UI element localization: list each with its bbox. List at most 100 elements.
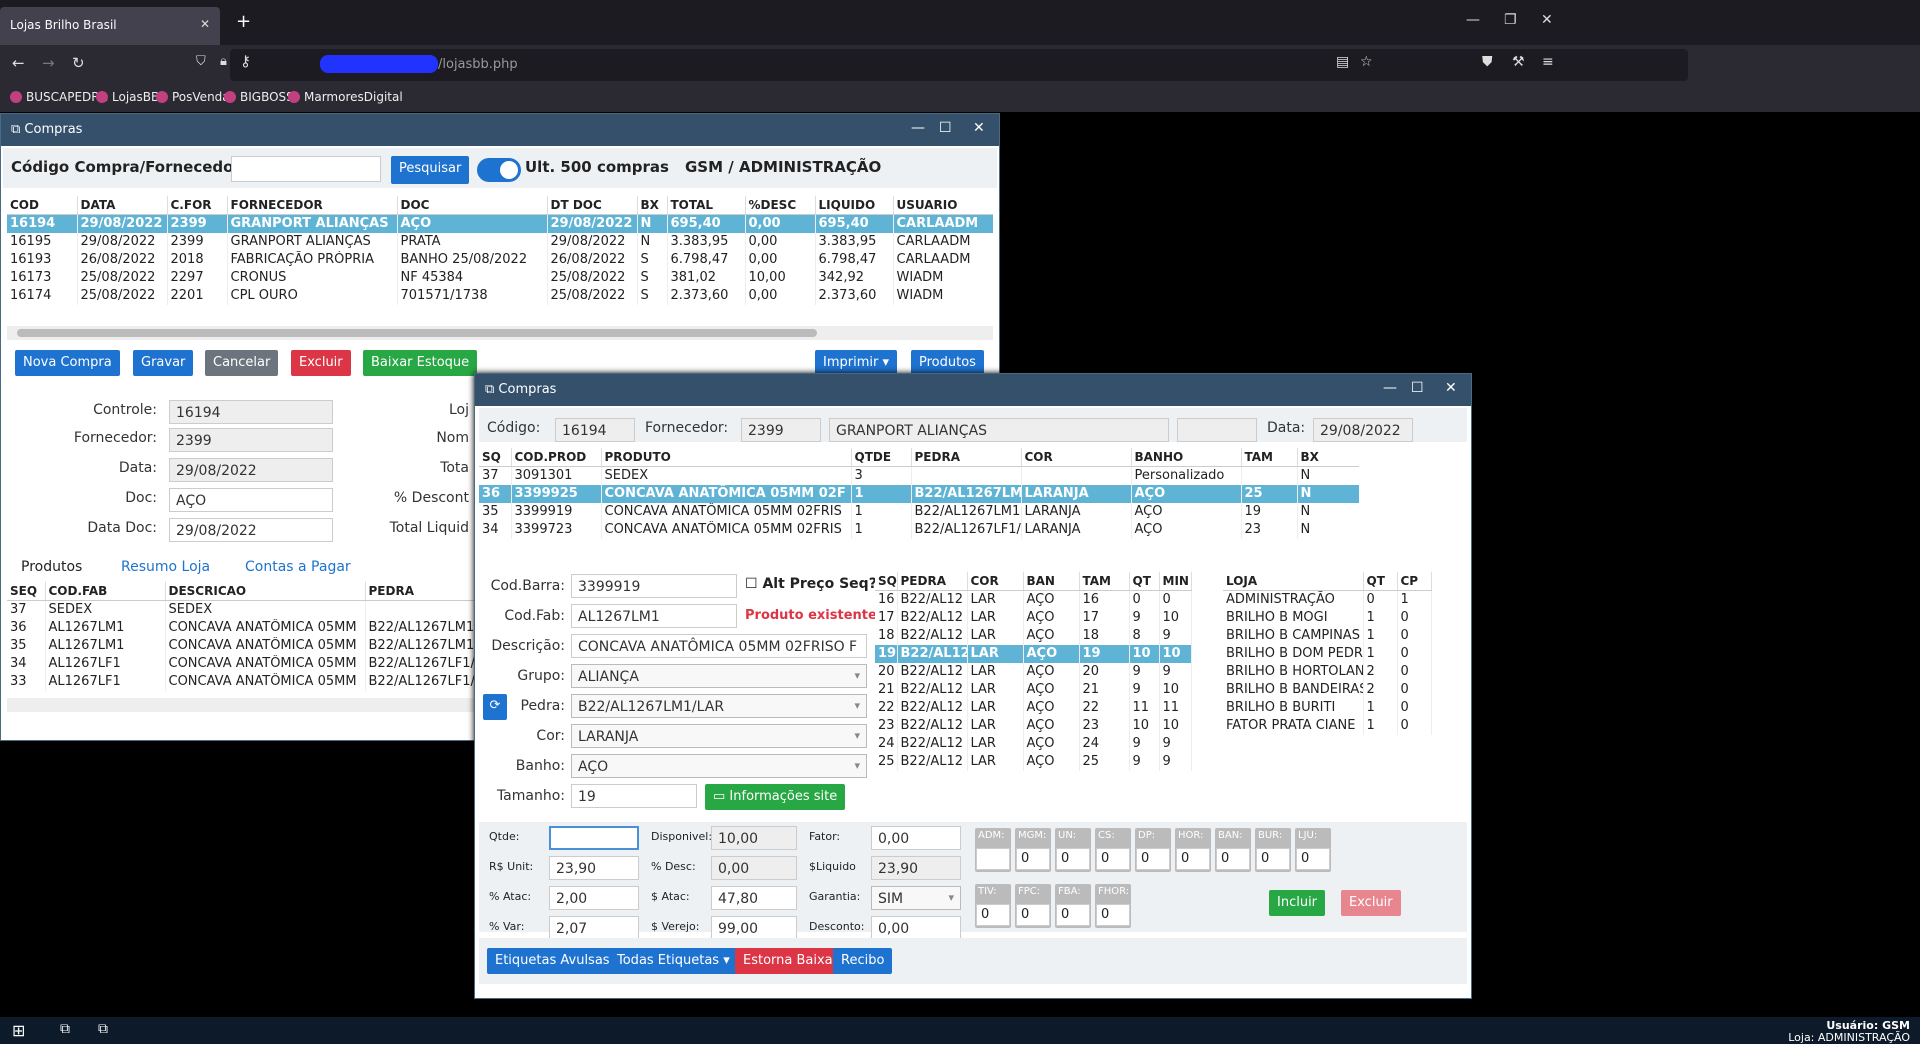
minimize-icon[interactable]: — [911,120,925,136]
estoque-row[interactable]: 22 B22/AL12 LAR AÇO 22 11 11 [875,698,1192,717]
ult500-toggle[interactable] [477,158,521,182]
estoque-row[interactable]: 18 B22/AL12 LAR AÇO 18 8 9 [875,626,1192,645]
satac-field[interactable]: 47,80 [711,886,797,910]
excluir-button[interactable]: Excluir [291,350,351,376]
tab-produtos[interactable]: Produtos [11,553,93,583]
loja-row[interactable]: BRILHO B BANDEIRAS 2 0 [1223,680,1432,699]
estoque-row[interactable]: 20 B22/AL12 LAR AÇO 20 9 9 [875,662,1192,681]
maximize-icon[interactable]: ☐ [939,120,952,136]
desconto-field[interactable]: 0,00 [871,916,961,940]
cancelar-button[interactable]: Cancelar [205,350,279,376]
loja-qty-field[interactable] [976,848,1010,870]
loja-qty-field[interactable]: 0 [1296,848,1330,870]
reader-icon[interactable]: ▤ [1336,54,1349,70]
close-icon[interactable]: ✕ [973,120,985,136]
tamanho-field[interactable]: 19 [571,784,697,808]
loja-qty-field[interactable]: 0 [1216,848,1250,870]
forward-icon[interactable]: → [42,54,55,72]
codigo-field[interactable]: 16194 [555,418,635,442]
estoque-row[interactable]: 17 B22/AL12 LAR AÇO 17 9 10 [875,608,1192,627]
bookmark-item[interactable]: LojasBB [96,90,159,104]
fornecedor-field[interactable]: 2399 [169,428,333,452]
back-icon[interactable]: ← [12,54,25,72]
loja-row[interactable]: ADMINISTRAÇÃO 0 1 [1223,590,1432,609]
col-cod[interactable]: COD [7,196,78,215]
estoque-row[interactable]: 25 B22/AL12 LAR AÇO 25 9 9 [875,752,1192,771]
refresh-pedra-icon[interactable]: ⟳ [483,694,507,720]
data-field[interactable]: 29/08/2022 [169,458,333,482]
descricao-field[interactable]: CONCAVA ANATÔMICA 05MM 02FRISO F [571,634,867,658]
col-loja[interactable]: LOJA [1223,572,1364,591]
col-cor[interactable]: COR [1021,448,1132,467]
lock-icon[interactable]: 🔒︎ [220,54,227,69]
loja-qty-field[interactable]: 0 [1016,904,1050,926]
maximize-icon[interactable]: ☐ [1411,380,1424,396]
alt-preco-checkbox[interactable]: ☐ Alt Preço Seq? [745,576,877,592]
loja-qty-field[interactable]: 0 [1256,848,1290,870]
col-pedra[interactable]: PEDRA [897,572,968,591]
col-total[interactable]: TOTAL [667,196,746,215]
search-button[interactable]: Pesquisar [391,156,470,184]
col-codfab[interactable]: COD.FAB [45,582,166,601]
estoque-row[interactable]: 23 B22/AL12 LAR AÇO 23 10 10 [875,716,1192,735]
loja-qty-field[interactable]: 0 [1136,848,1170,870]
col-fornecedor[interactable]: FORNECEDOR [227,196,398,215]
verejo-field[interactable]: 99,00 [711,916,797,940]
shield-icon[interactable]: ⛉ [196,54,206,69]
col-dtdoc[interactable]: DT DOC [547,196,638,215]
horizontal-scrollbar[interactable] [7,326,993,340]
col-produto[interactable]: PRODUTO [601,448,852,467]
loja-row[interactable]: BRILHO B BURITI 1 0 [1223,698,1432,717]
pedra-select[interactable]: B22/AL1267LM1/LAR [571,694,867,718]
col-bx[interactable]: BX [637,196,668,215]
restore-icon[interactable]: ❐ [1504,12,1517,28]
produto-row[interactable]: 33 AL1267LF1 CONCAVA ANATÔMICA 05MM B22/AL1… [7,672,477,691]
col-pedra[interactable]: PEDRA [365,582,477,601]
col-min[interactable]: MIN [1159,572,1192,591]
produto-row[interactable]: 36 AL1267LM1 CONCAVA ANATÔMICA 05MM B22/AL1… [7,618,477,637]
window-task-icon[interactable]: ⧉ [60,1021,70,1037]
liquido-field[interactable]: 23,90 [871,856,961,880]
reload-icon[interactable]: ↻ [72,54,85,72]
col-bx[interactable]: BX [1297,448,1359,467]
windows-start-icon[interactable]: ⊞ [12,1021,25,1040]
col-cor[interactable]: COR [967,572,1024,591]
col-sq[interactable]: SQ [479,448,512,467]
compras-grid[interactable]: COD DATA C.FOR FORNECEDOR DOC DT DOC BX TOTAL %D… [7,196,993,326]
recibo-button[interactable]: Recibo [833,948,893,974]
col-liquido[interactable]: LIQUIDO [815,196,894,215]
estoque-grid[interactable]: SQ PEDRA COR BAN TAM QT MIN 16 B22/AL12 LAR AÇO 16… [875,572,1205,812]
controle-field[interactable]: 16194 [169,400,333,424]
cor-select[interactable]: LARANJA [571,724,867,748]
atac-field[interactable]: 2,00 [549,886,639,910]
grupo-select[interactable]: ALIANÇA [571,664,867,688]
loja-row[interactable]: FATOR PRATA CIANE 1 0 [1223,716,1432,735]
pocket-icon[interactable]: ⛊ [1482,54,1493,70]
fornecedor-field[interactable]: 2399 [741,418,821,442]
minimize-icon[interactable]: — [1383,380,1397,396]
item-row[interactable]: 34 3399723 CONCAVA ANATÔMICA 05MM 02FRIS 1 B… [479,520,1359,539]
gravar-button[interactable]: Gravar [133,350,194,376]
col-codprod[interactable]: COD.PROD [511,448,602,467]
col-doc[interactable]: DOC [397,196,548,215]
datadoc-field[interactable]: 29/08/2022 [169,518,333,542]
tab-contas-pagar[interactable]: Contas a Pagar [235,553,361,581]
etiquetas-avulsas-button[interactable]: Etiquetas Avulsas [487,948,618,974]
baixar-estoque-button[interactable]: Baixar Estoque [363,350,478,376]
lojas-grid[interactable]: LOJA QT CP ADMINISTRAÇÃO 0 1 BRILHO B MOGI 1 0 B… [1223,572,1445,812]
col-qt[interactable]: QT [1129,572,1160,591]
incluir-button[interactable]: Incluir [1269,890,1326,916]
col-cp[interactable]: CP [1397,572,1432,591]
loja-qty-field[interactable]: 0 [1056,904,1090,926]
tools-icon[interactable]: ⚒ [1512,54,1525,70]
close-icon[interactable]: ✕ [1445,380,1457,396]
col-desc[interactable]: %DESC [745,196,816,215]
compra-row[interactable]: 16193 26/08/2022 2018 FABRICAÇÃO PRÓPRIA BAN… [7,250,993,269]
codbarra-field[interactable]: 3399919 [571,574,737,598]
todas-etiquetas-button[interactable]: Todas Etiquetas ▾ [609,948,738,974]
col-pedra[interactable]: PEDRA [911,448,1022,467]
col-tam[interactable]: TAM [1079,572,1130,591]
estoque-row[interactable]: 24 B22/AL12 LAR AÇO 24 9 9 [875,734,1192,753]
compra-row[interactable]: 16194 29/08/2022 2399 GRANPORT ALIANÇAS AÇO 2… [7,214,993,233]
estoque-row[interactable]: 16 B22/AL12 LAR AÇO 16 0 0 [875,590,1192,609]
